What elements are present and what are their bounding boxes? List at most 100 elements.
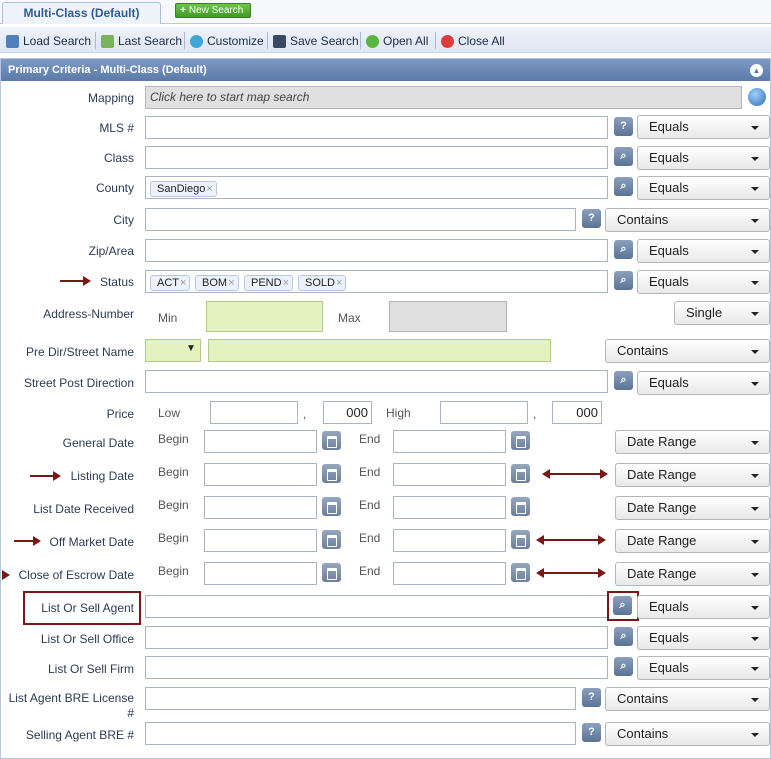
list-agent-bre-operator-select[interactable]: Contains: [605, 687, 770, 711]
list-sell-agent-input[interactable]: [145, 595, 608, 618]
help-icon[interactable]: ?: [582, 209, 601, 228]
address-operator-select[interactable]: Single: [674, 301, 770, 325]
panel-header[interactable]: Primary Criteria - Multi-Class (Default)…: [1, 59, 770, 81]
status-chip-bom[interactable]: BOM×: [195, 275, 239, 291]
chevron-down-icon: ▼: [186, 343, 196, 354]
address-min-input[interactable]: [206, 301, 323, 332]
tab-multi-class[interactable]: Multi-Class (Default): [2, 2, 161, 24]
close-escrow-end-input[interactable]: [393, 562, 506, 585]
search-icon[interactable]: ⌕: [614, 627, 633, 646]
status-chip-pend[interactable]: PEND×: [244, 275, 293, 291]
address-max-input[interactable]: [389, 301, 507, 332]
zip-label: Zip/Area: [88, 244, 134, 258]
selling-agent-bre-input[interactable]: [145, 722, 576, 745]
calendar-icon[interactable]: [511, 563, 530, 582]
status-chip-sold[interactable]: SOLD×: [298, 275, 347, 291]
search-icon[interactable]: ⌕: [614, 147, 633, 166]
calendar-icon[interactable]: [511, 431, 530, 450]
map-search-field[interactable]: Click here to start map search: [145, 86, 742, 109]
list-agent-bre-input[interactable]: [145, 687, 576, 710]
off-market-begin-input[interactable]: [204, 529, 317, 552]
panel-title: Primary Criteria - Multi-Class (Default): [8, 64, 207, 76]
globe-icon[interactable]: [748, 88, 766, 106]
chevron-down-icon: [751, 606, 759, 610]
calendar-icon[interactable]: [511, 497, 530, 516]
chevron-down-icon: [751, 157, 759, 161]
close-all-button[interactable]: Close All: [441, 33, 505, 49]
street-name-input[interactable]: [208, 339, 551, 362]
search-icon[interactable]: ⌕: [613, 596, 632, 615]
listing-date-begin-input[interactable]: [204, 463, 317, 486]
customize-button[interactable]: Customize: [190, 33, 264, 49]
search-icon[interactable]: ⌕: [614, 657, 633, 676]
off-market-operator-select[interactable]: Date Range: [615, 529, 770, 553]
close-escrow-begin-input[interactable]: [204, 562, 317, 585]
load-search-button[interactable]: Load Search: [6, 33, 91, 49]
help-icon[interactable]: ?: [614, 117, 633, 136]
county-chip[interactable]: SanDiego×: [150, 181, 217, 197]
status-operator-select[interactable]: Equals: [637, 270, 770, 294]
remove-icon[interactable]: ×: [336, 277, 342, 289]
list-sell-agent-operator-select[interactable]: Equals: [637, 595, 770, 619]
status-input[interactable]: ACT× BOM× PEND× SOLD×: [145, 270, 608, 293]
list-sell-office-input[interactable]: [145, 626, 608, 649]
remove-icon[interactable]: ×: [283, 277, 289, 289]
calendar-icon[interactable]: [511, 530, 530, 549]
city-operator-select[interactable]: Contains: [605, 208, 770, 232]
price-high-input[interactable]: [440, 401, 528, 424]
mls-operator-select[interactable]: Equals: [637, 115, 770, 139]
street-post-operator-select[interactable]: Equals: [637, 371, 770, 395]
help-icon[interactable]: ?: [582, 723, 601, 742]
county-input[interactable]: SanDiego×: [145, 176, 608, 199]
mls-input[interactable]: [145, 116, 608, 139]
list-sell-firm-operator-select[interactable]: Equals: [637, 656, 770, 680]
save-search-button[interactable]: Save Search: [273, 33, 359, 49]
general-date-begin-input[interactable]: [204, 430, 317, 453]
annotation-arrowhead: [536, 535, 544, 545]
search-icon[interactable]: ⌕: [614, 177, 633, 196]
list-date-received-operator-select[interactable]: Date Range: [615, 496, 770, 520]
gear-icon: [190, 34, 203, 48]
remove-icon[interactable]: ×: [180, 277, 186, 289]
list-sell-firm-input[interactable]: [145, 656, 608, 679]
mls-label: MLS #: [99, 121, 134, 135]
general-date-operator-select[interactable]: Date Range: [615, 430, 770, 454]
general-date-end-input[interactable]: [393, 430, 506, 453]
city-input[interactable]: [145, 208, 576, 231]
selling-agent-bre-operator-select[interactable]: Contains: [605, 722, 770, 746]
remove-icon[interactable]: ×: [206, 183, 212, 195]
calendar-icon[interactable]: [322, 464, 341, 483]
calendar-icon[interactable]: [322, 431, 341, 450]
search-icon[interactable]: ⌕: [614, 240, 633, 259]
remove-icon[interactable]: ×: [228, 277, 234, 289]
pre-dir-select[interactable]: ▼: [145, 339, 201, 362]
help-icon[interactable]: ?: [582, 688, 601, 707]
list-sell-office-operator-select[interactable]: Equals: [637, 626, 770, 650]
calendar-icon[interactable]: [322, 563, 341, 582]
calendar-icon[interactable]: [322, 530, 341, 549]
zip-operator-select[interactable]: Equals: [637, 239, 770, 263]
tab-bar: Multi-Class (Default) + New Search: [0, 0, 771, 24]
class-input[interactable]: [145, 146, 608, 169]
street-name-operator-select[interactable]: Contains: [605, 339, 770, 363]
list-date-received-begin-input[interactable]: [204, 496, 317, 519]
search-icon[interactable]: ⌕: [614, 271, 633, 290]
county-operator-select[interactable]: Equals: [637, 176, 770, 200]
last-search-button[interactable]: Last Search: [101, 33, 182, 49]
status-chip-act[interactable]: ACT×: [150, 275, 191, 291]
listing-date-end-input[interactable]: [393, 463, 506, 486]
calendar-icon[interactable]: [511, 464, 530, 483]
zip-input[interactable]: [145, 239, 608, 262]
class-operator-select[interactable]: Equals: [637, 146, 770, 170]
price-low-input[interactable]: [210, 401, 298, 424]
search-icon[interactable]: ⌕: [614, 371, 633, 390]
collapse-icon[interactable]: ▲: [750, 64, 763, 77]
new-search-button[interactable]: + New Search: [175, 3, 251, 18]
calendar-icon[interactable]: [322, 497, 341, 516]
close-escrow-operator-select[interactable]: Date Range: [615, 562, 770, 586]
open-all-button[interactable]: Open All: [366, 33, 428, 49]
off-market-end-input[interactable]: [393, 529, 506, 552]
listing-date-operator-select[interactable]: Date Range: [615, 463, 770, 487]
list-date-received-end-input[interactable]: [393, 496, 506, 519]
street-post-input[interactable]: [145, 370, 608, 393]
